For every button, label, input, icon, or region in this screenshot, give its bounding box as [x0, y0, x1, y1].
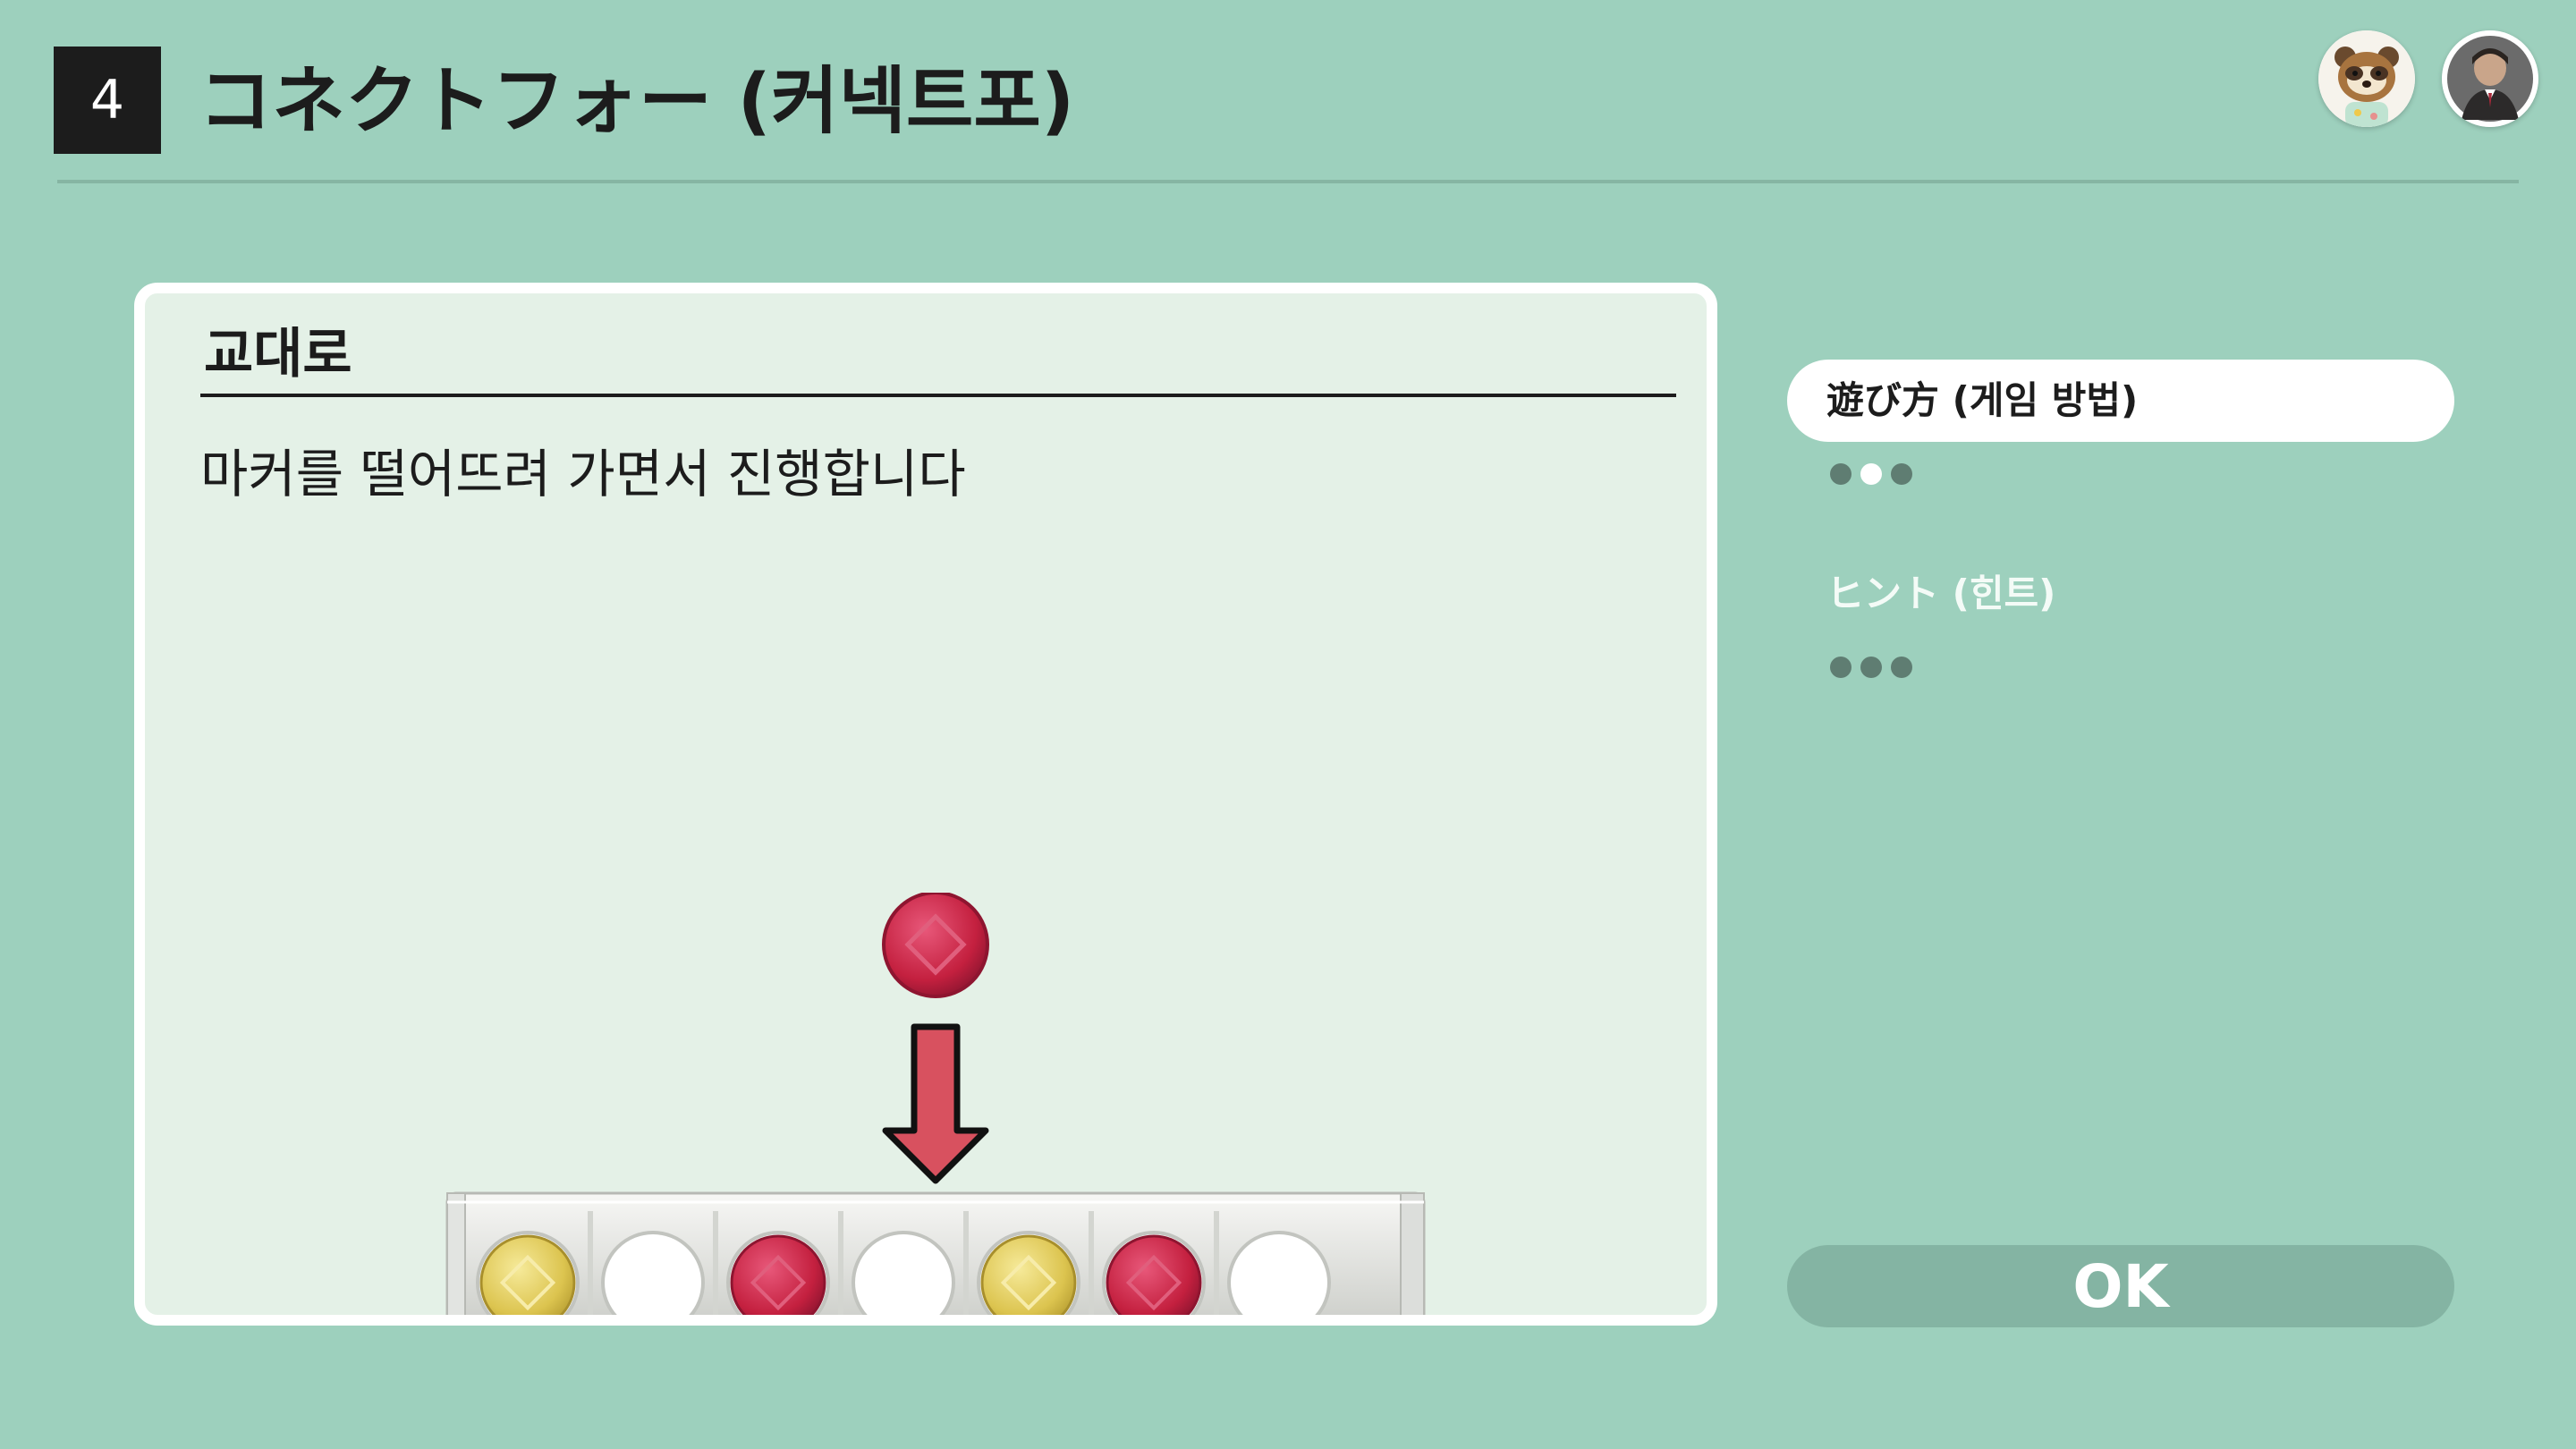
panel-heading: 교대로: [204, 323, 352, 386]
panel-divider: [200, 394, 1676, 397]
game-number-badge: 4: [54, 47, 161, 154]
rack-slot-empty: [1227, 1231, 1331, 1315]
ok-button[interactable]: OK: [1787, 1245, 2454, 1327]
page-dot: [1830, 463, 1852, 485]
header-divider: [57, 180, 2519, 183]
down-arrow-icon: [882, 1023, 989, 1184]
page-dot: [1891, 463, 1912, 485]
connect-four-illustration: [445, 893, 1426, 1315]
menu-item-hint[interactable]: ヒント (힌트): [1787, 553, 2454, 635]
page-dot: [1860, 657, 1882, 678]
page-title: コネクトフォー (커넥트포): [199, 59, 1075, 144]
falling-red-marker: [882, 893, 989, 998]
page-dot-current: [1860, 463, 1882, 485]
page-dot: [1830, 657, 1852, 678]
player-avatar: [2442, 30, 2538, 127]
tanuki-avatar: [2318, 30, 2415, 127]
page-indicator-hint: [1830, 657, 1912, 678]
player-icon: [2442, 30, 2538, 127]
rules-panel: 교대로 마커를 떨어뜨려 가면서 진행합니다: [134, 283, 1717, 1326]
game-rules-screen: 4 コネクトフォー (커넥트포) 교대로 마커를 떨어뜨려 가면서 진행합니다 …: [0, 0, 2576, 1449]
tanuki-icon: [2318, 30, 2415, 127]
panel-description: 마커를 떨어뜨려 가면서 진행합니다: [200, 444, 966, 504]
menu-item-how-to-play[interactable]: 遊び方 (게임 방법): [1787, 360, 2454, 442]
page-indicator-how-to-play: [1830, 463, 1912, 485]
page-dot: [1891, 657, 1912, 678]
